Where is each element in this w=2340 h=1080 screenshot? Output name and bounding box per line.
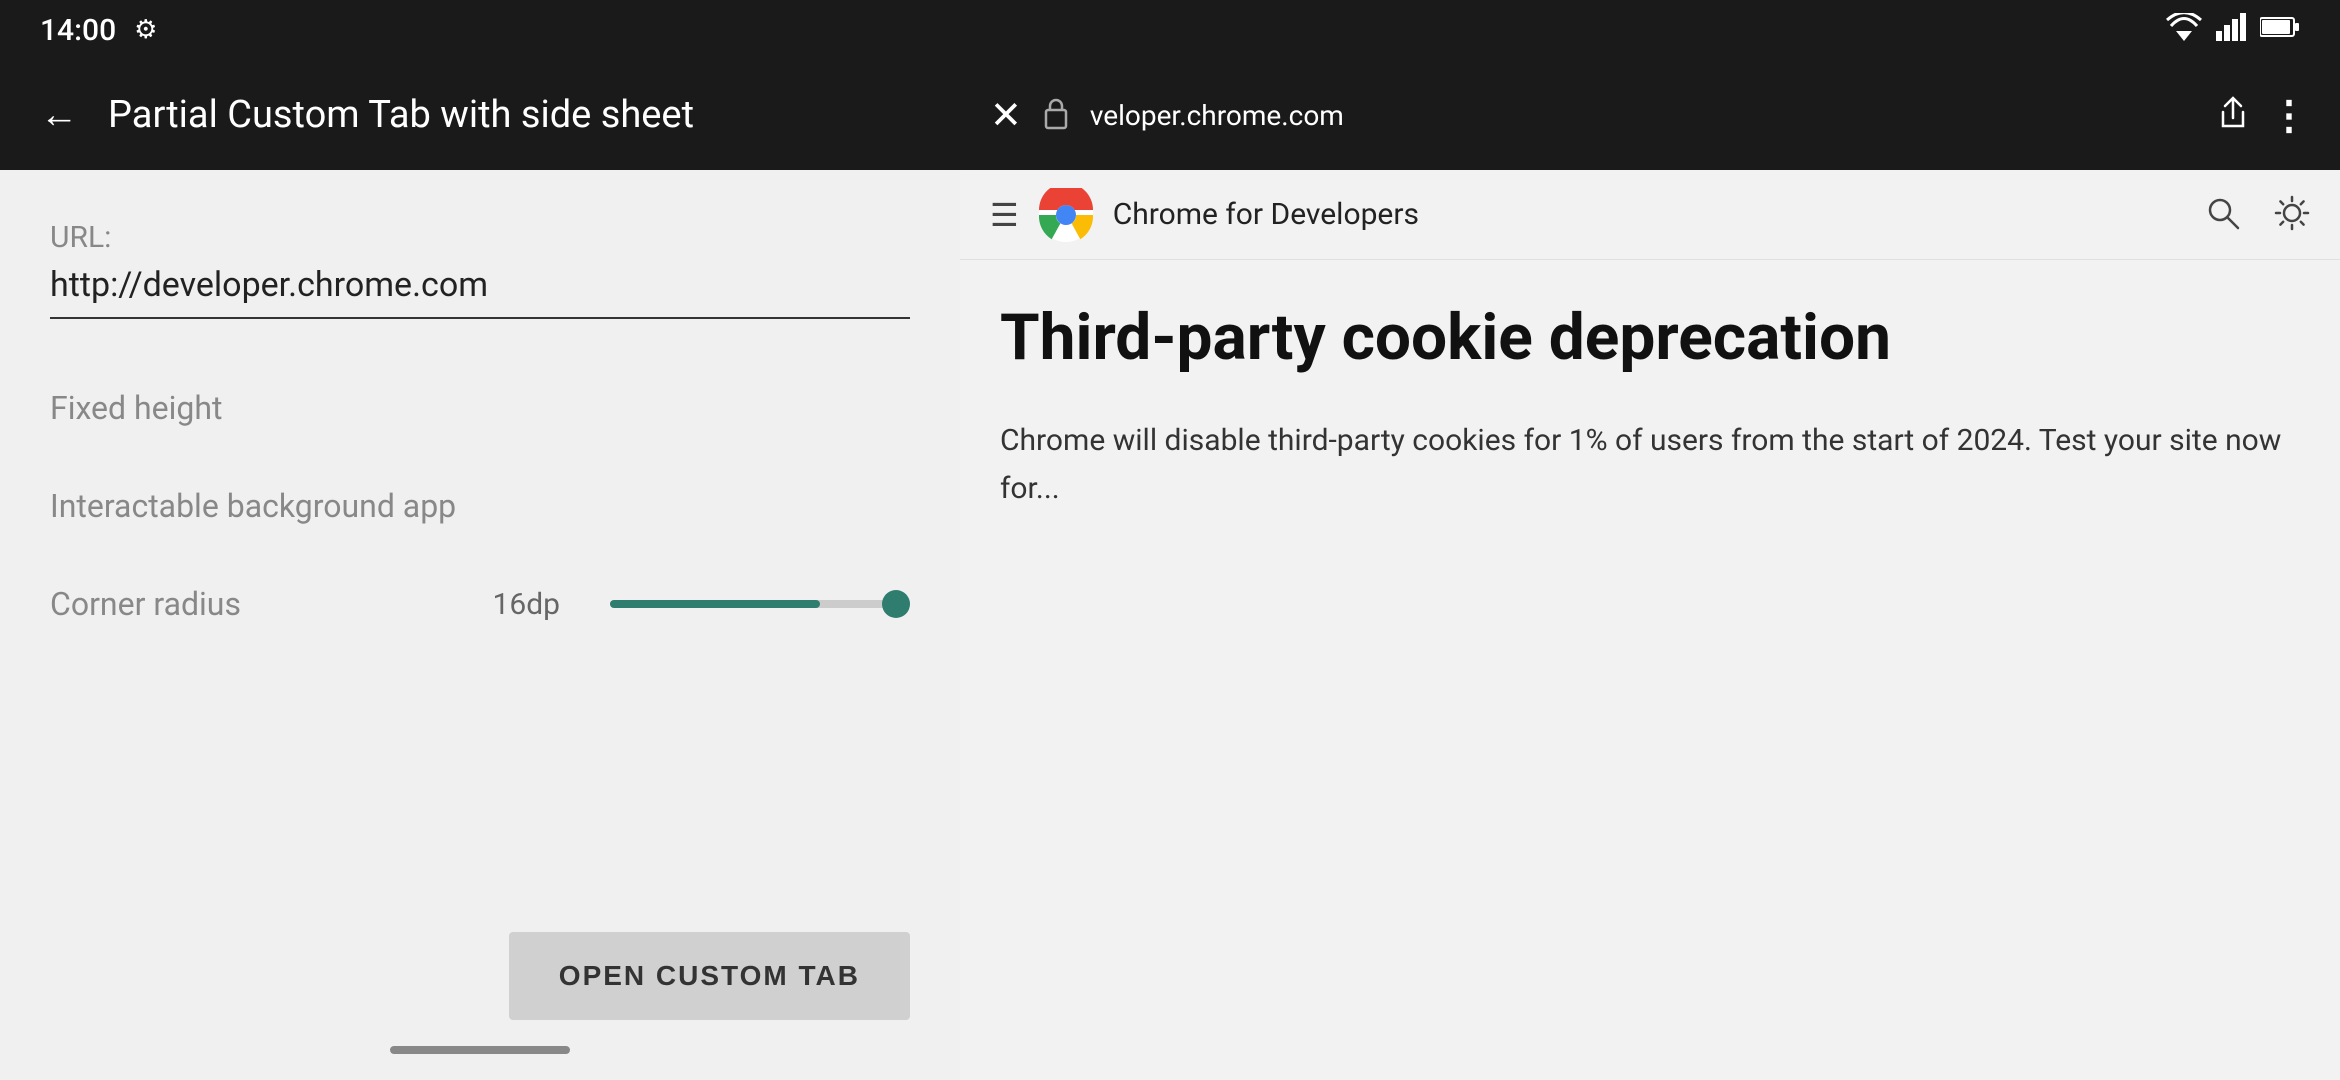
article-title: Third-party cookie deprecation <box>1000 300 2300 377</box>
hamburger-icon[interactable]: ☰ <box>990 196 1019 234</box>
url-label: URL: <box>50 220 910 255</box>
open-custom-tab-button[interactable]: OPEN CUSTOM TAB <box>509 932 910 1020</box>
chrome-url[interactable]: veloper.chrome.com <box>1090 99 2197 132</box>
status-time: 14:00 <box>40 13 116 48</box>
chrome-logo <box>1039 188 1093 242</box>
chrome-lock-icon <box>1042 96 1070 134</box>
left-panel: ← Partial Custom Tab with side sheet URL… <box>0 60 960 1080</box>
chrome-article: Third-party cookie deprecation Chrome wi… <box>960 260 2340 1080</box>
battery-icon <box>2260 15 2300 46</box>
slider-fill <box>610 600 820 608</box>
url-section: URL: http://developer.chrome.com <box>50 220 910 319</box>
home-indicator <box>390 1046 570 1054</box>
status-bar-right <box>2166 13 2300 48</box>
gear-icon: ⚙ <box>134 15 157 45</box>
back-button[interactable]: ← <box>40 93 78 137</box>
button-area: OPEN CUSTOM TAB <box>0 932 960 1020</box>
status-bar-left: 14:00 ⚙ <box>40 13 157 48</box>
fixed-height-label: Fixed height <box>50 389 910 427</box>
chrome-share-icon[interactable] <box>2217 96 2249 134</box>
main-area: ← Partial Custom Tab with side sheet URL… <box>0 60 2340 1080</box>
interactable-bg-label: Interactable background app <box>50 487 910 525</box>
slider-thumb <box>882 590 910 618</box>
bottom-bar <box>0 1020 960 1080</box>
corner-radius-slider[interactable] <box>610 600 910 608</box>
app-content: URL: http://developer.chrome.com Fixed h… <box>0 170 960 872</box>
corner-radius-label: Corner radius <box>50 585 241 623</box>
article-body: Chrome will disable third-party cookies … <box>1000 417 2300 513</box>
chrome-nav-bar: ☰ Chrome for Developers <box>960 170 2340 260</box>
right-panel: ✕ veloper.chrome.com ⋮ ☰ <box>960 60 2340 1080</box>
chrome-close-button[interactable]: ✕ <box>990 93 1022 138</box>
chrome-more-icon[interactable]: ⋮ <box>2269 92 2310 139</box>
signal-icon <box>2216 13 2246 48</box>
chrome-toolbar: ✕ veloper.chrome.com ⋮ <box>960 60 2340 170</box>
corner-radius-row: Corner radius 16dp <box>50 585 910 623</box>
chrome-site-name: Chrome for Developers <box>1113 197 2186 232</box>
corner-radius-value: 16dp <box>493 587 561 622</box>
app-toolbar: ← Partial Custom Tab with side sheet <box>0 60 960 170</box>
url-value[interactable]: http://developer.chrome.com <box>50 265 910 319</box>
status-bar: 14:00 ⚙ <box>0 0 2340 60</box>
chrome-content: ☰ Chrome for Developers <box>960 170 2340 1080</box>
app-title: Partial Custom Tab with side sheet <box>108 93 694 137</box>
search-icon[interactable] <box>2206 196 2240 234</box>
brightness-icon[interactable] <box>2274 195 2310 235</box>
wifi-icon <box>2166 13 2202 48</box>
